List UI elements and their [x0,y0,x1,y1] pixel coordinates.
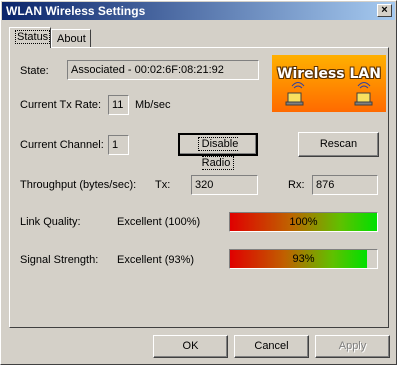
tx-rate-label: Current Tx Rate: [20,99,102,111]
channel-label: Current Channel: [20,139,104,151]
throughput-label: Throughput (bytes/sec): [20,179,137,191]
channel-field: 1 [108,135,129,155]
close-button[interactable]: × [377,4,392,17]
signal-strength-value: Excellent (93%) [117,254,195,266]
tab-status-label: Status [15,30,51,44]
tx-label: Tx: [155,179,171,191]
rx-label: Rx: [288,179,305,191]
wireless-lan-logo: Wireless LAN [272,55,386,112]
tx-rate-field: 11 [108,95,129,115]
tx-field: 320 [191,175,258,195]
link-quality-bar-text: 100% [289,216,318,228]
disable-radio-button[interactable]: Disable Radio [178,133,258,170]
tab-about-label: About [57,33,86,45]
apply-button[interactable]: Apply [315,335,390,358]
rescan-button[interactable]: Rescan [298,132,379,157]
tab-about[interactable]: About [51,29,91,47]
state-label: State: [20,65,49,77]
signal-strength-label: Signal Strength: [20,254,99,266]
rx-field: 876 [312,175,378,195]
signal-strength-bar-text: 93% [292,253,315,265]
disable-radio-label: Disable Radio [197,137,239,170]
cancel-button[interactable]: Cancel [234,335,309,358]
link-quality-label: Link Quality: [20,216,81,228]
signal-strength-bar: 93% [229,249,378,269]
wlan-settings-window: WLAN Wireless Settings × Status About St… [0,0,397,365]
tab-status[interactable]: Status [9,27,51,48]
link-quality-bar: 100% [229,212,378,232]
state-field: Associated - 00:02:6F:08:21:92 [67,60,259,80]
ok-button[interactable]: OK [153,335,228,358]
link-quality-value: Excellent (100%) [117,216,201,228]
tx-rate-unit: Mb/sec [135,99,171,111]
window-title: WLAN Wireless Settings [6,4,146,18]
laptop-wireless-icon [285,82,373,106]
title-bar[interactable]: WLAN Wireless Settings × [2,2,395,20]
